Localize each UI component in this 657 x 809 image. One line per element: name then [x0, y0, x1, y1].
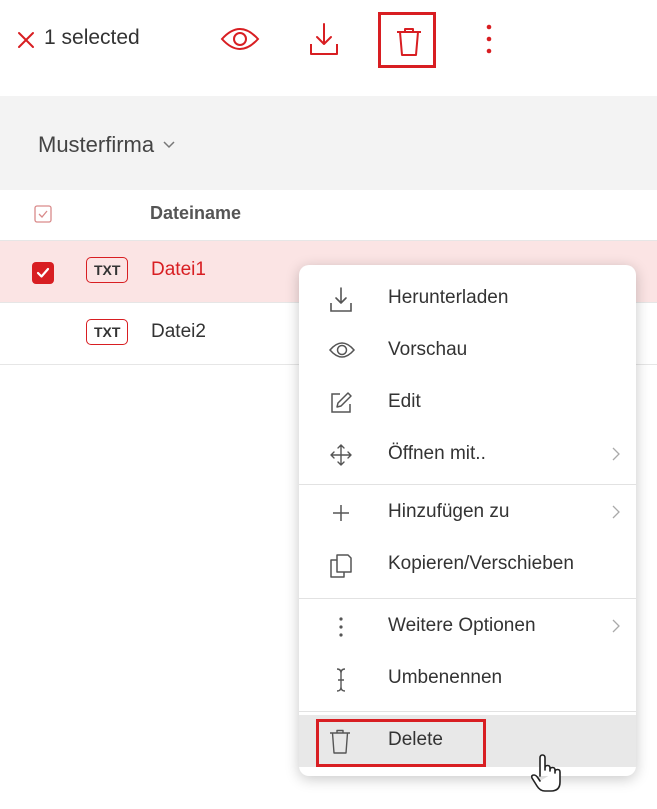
menu-divider — [299, 711, 636, 712]
download-icon — [329, 287, 353, 313]
menu-item-preview[interactable]: Vorschau — [299, 325, 636, 377]
menu-divider — [299, 484, 636, 485]
close-icon[interactable] — [16, 30, 36, 50]
file-name[interactable]: Datei1 — [151, 259, 206, 281]
menu-item-label: Edit — [388, 391, 421, 412]
plus-icon — [329, 501, 353, 525]
menu-item-label: Vorschau — [388, 339, 468, 360]
download-icon[interactable] — [308, 22, 340, 58]
menu-item-label: Hinzufügen zu — [388, 501, 510, 522]
chevron-right-icon — [612, 505, 620, 519]
delete-button[interactable] — [378, 12, 436, 68]
file-type-badge: TXT — [86, 319, 129, 345]
more-vertical-icon — [329, 615, 353, 639]
select-all-checkbox[interactable] — [34, 205, 52, 223]
move-icon — [329, 443, 353, 467]
chevron-down-icon — [162, 140, 176, 150]
hand-cursor-icon — [530, 754, 564, 794]
chevron-right-icon — [612, 447, 620, 461]
edit-icon — [329, 391, 353, 415]
chevron-right-icon — [612, 619, 620, 633]
trash-icon — [396, 27, 422, 57]
menu-item-download[interactable]: Herunterladen — [299, 273, 636, 325]
menu-divider — [299, 598, 636, 599]
selection-count: 1 selected — [44, 26, 140, 49]
table-header: Dateiname — [0, 190, 657, 241]
menu-item-open-with[interactable]: Öffnen mit.. — [299, 429, 636, 481]
menu-item-add-to[interactable]: Hinzufügen zu — [299, 487, 636, 539]
menu-item-edit[interactable]: Edit — [299, 377, 636, 429]
menu-item-label: Umbenennen — [388, 667, 503, 688]
panel-header: Musterfirma — [0, 96, 657, 190]
menu-item-label: Kopieren/Verschieben — [388, 553, 574, 574]
menu-item-label: Herunterladen — [388, 287, 509, 308]
menu-item-more-options[interactable]: Weitere Optionen — [299, 601, 636, 653]
menu-item-copy-move[interactable]: Kopieren/Verschieben — [299, 539, 636, 591]
menu-item-label: Weitere Optionen — [388, 615, 536, 636]
more-vertical-icon[interactable] — [484, 22, 494, 56]
file-type-badge: TXT — [86, 257, 129, 283]
selection-toolbar: 1 selected — [0, 0, 657, 82]
text-cursor-icon — [329, 667, 353, 693]
column-header-filename[interactable]: Dateiname — [150, 203, 241, 224]
context-menu: Herunterladen Vorschau Edit Öffnen mit..… — [299, 265, 636, 776]
breadcrumb-label: Musterfirma — [38, 132, 155, 157]
row-checkbox[interactable] — [32, 262, 54, 284]
copy-icon — [329, 553, 353, 579]
eye-icon — [329, 339, 355, 361]
file-name[interactable]: Datei2 — [151, 321, 206, 343]
menu-item-label: Öffnen mit.. — [388, 443, 486, 464]
delete-highlight-box — [316, 719, 486, 767]
breadcrumb[interactable]: Musterfirma — [38, 132, 176, 158]
menu-item-rename[interactable]: Umbenennen — [299, 653, 636, 705]
eye-icon[interactable] — [220, 24, 260, 54]
